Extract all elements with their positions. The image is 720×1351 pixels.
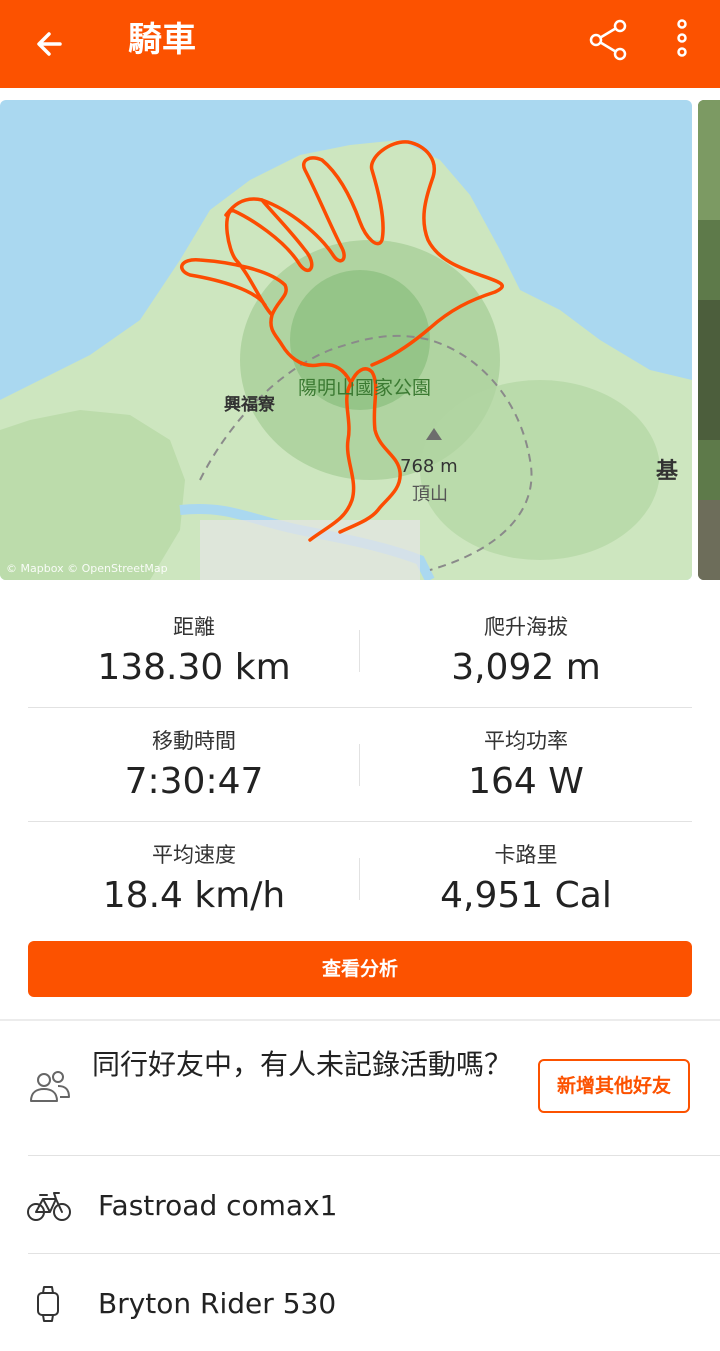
peak-name-label: 頂山 xyxy=(412,484,448,505)
activity-photo-thumbnail[interactable] xyxy=(698,100,720,580)
row-divider xyxy=(28,1155,720,1156)
stat-moving-time: 移動時間 7:30:47 xyxy=(28,708,360,804)
people-icon xyxy=(30,1071,70,1102)
device-name[interactable]: Bryton Rider 530 xyxy=(98,1284,336,1324)
more-vertical-icon[interactable] xyxy=(662,16,702,64)
add-friends-button[interactable]: 新增其他好友 xyxy=(538,1059,690,1113)
map-canvas: 陽明山國家公園 興福寮 768 m 頂山 基 © Mapbox © OpenSt… xyxy=(0,100,692,580)
route-map[interactable]: 陽明山國家公園 興福寮 768 m 頂山 基 © Mapbox © OpenSt… xyxy=(0,100,692,580)
stat-value: 7:30:47 xyxy=(124,761,264,802)
stat-avg-power: 平均功率 164 W xyxy=(360,708,692,804)
edge-place-label: 基 xyxy=(656,459,679,484)
town-label: 興福寮 xyxy=(224,394,275,415)
stat-elevation-gain: 爬升海拔 3,092 m xyxy=(360,594,692,690)
activity-stats: 距離 138.30 km 爬升海拔 3,092 m 移動時間 7:30:47 平… xyxy=(28,594,692,935)
stat-label: 平均速度 xyxy=(152,843,236,867)
page-title: 騎車 xyxy=(128,20,196,60)
stat-avg-speed: 平均速度 18.4 km/h xyxy=(28,822,360,918)
watch-icon xyxy=(37,1286,59,1322)
view-analysis-button[interactable]: 查看分析 xyxy=(28,941,692,997)
untracked-friends-prompt: 同行好友中，有人未記錄活動嗎？ xyxy=(92,1048,513,1081)
stat-calories: 卡路里 4,951 Cal xyxy=(360,822,692,918)
stat-value: 3,092 m xyxy=(451,647,601,688)
stat-distance: 距離 138.30 km xyxy=(28,594,360,690)
stat-value: 4,951 Cal xyxy=(440,875,612,916)
stat-label: 距離 xyxy=(173,615,215,639)
stat-label: 移動時間 xyxy=(152,729,236,753)
bicycle-icon xyxy=(27,1192,71,1221)
stats-row: 平均速度 18.4 km/h 卡路里 4,951 Cal xyxy=(28,822,692,935)
section-divider xyxy=(0,1019,720,1021)
row-divider xyxy=(28,1253,720,1254)
share-icon[interactable] xyxy=(584,16,632,64)
peak-elevation-label: 768 m xyxy=(400,456,458,477)
stats-row: 距離 138.30 km 爬升海拔 3,092 m xyxy=(28,594,692,708)
park-label: 陽明山國家公園 xyxy=(298,377,431,399)
arrow-left-icon[interactable] xyxy=(28,22,72,66)
stat-value: 138.30 km xyxy=(97,647,291,688)
bike-name[interactable]: Fastroad comax1 xyxy=(98,1186,337,1226)
stats-row: 移動時間 7:30:47 平均功率 164 W xyxy=(28,708,692,822)
map-attribution: © Mapbox © OpenStreetMap xyxy=(6,562,168,575)
stat-value: 164 W xyxy=(468,761,584,802)
stat-label: 平均功率 xyxy=(484,729,568,753)
stat-value: 18.4 km/h xyxy=(102,875,286,916)
stat-label: 卡路里 xyxy=(494,843,558,867)
stat-label: 爬升海拔 xyxy=(484,615,568,639)
app-header: 騎車 xyxy=(0,0,720,88)
